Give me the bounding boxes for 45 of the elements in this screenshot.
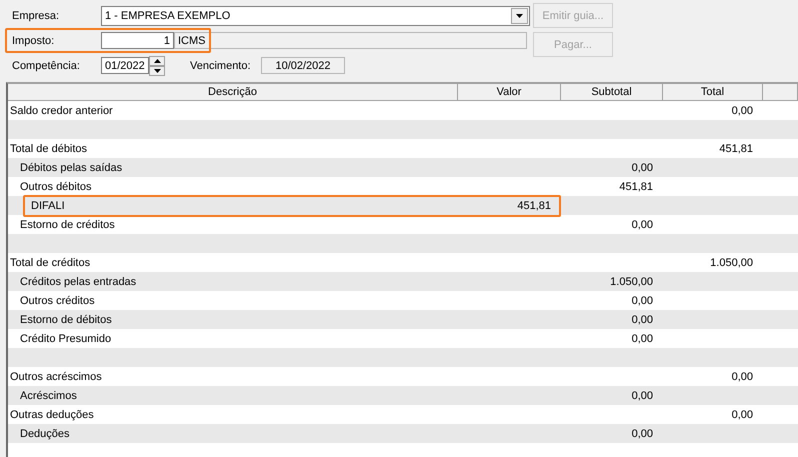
table-cell: Total de créditos — [10, 256, 90, 268]
period-field[interactable]: 01/2022 — [101, 57, 149, 74]
table-cell: 451,81 — [619, 180, 653, 192]
table-cell: 0,00 — [632, 428, 653, 440]
field-label: Empresa: — [11, 10, 60, 22]
table-cell: Créditos pelas entradas — [20, 276, 136, 288]
table-cell: 451,81 — [517, 200, 551, 212]
column-header[interactable]: Descrição — [8, 84, 458, 101]
table-cell: 1.050,00 — [710, 256, 753, 268]
table-cell: 0,00 — [632, 218, 653, 230]
table-cell: DIFALI — [31, 200, 65, 212]
table-cell: Crédito Presumido — [20, 332, 112, 344]
table-cell: 0,00 — [732, 408, 753, 420]
table-cell: Total de débitos — [10, 142, 88, 154]
column-header[interactable]: Total — [663, 84, 763, 101]
table-cell: Outros créditos — [20, 294, 95, 306]
column-header[interactable]: Valor — [458, 84, 561, 101]
spin-up-icon[interactable] — [149, 56, 165, 66]
table-cell: Acréscimos — [20, 390, 77, 402]
table-cell: Outros acréscimos — [10, 370, 102, 382]
table-cell: Outros débitos — [20, 180, 92, 192]
tax-code-field[interactable]: 1 — [101, 32, 174, 49]
field-label: Competência: — [11, 60, 81, 72]
table-cell: Outras deduções — [10, 408, 94, 420]
table-cell: Estorno de débitos — [20, 314, 112, 326]
table-cell: 0,00 — [632, 314, 653, 326]
field-label: Imposto: — [11, 34, 56, 46]
field-label: Vencimento: — [190, 60, 252, 72]
table-cell: 0,00 — [632, 332, 653, 344]
due-date-field: 10/02/2022 — [261, 57, 345, 74]
table-cell: 0,00 — [632, 390, 653, 402]
table-cell: Estorno de créditos — [20, 218, 115, 230]
table-cell: Débitos pelas saídas — [20, 162, 122, 174]
table-cell: 0,00 — [632, 162, 653, 174]
tax-name-field: ICMS — [174, 32, 527, 49]
table-cell: Deduções — [20, 428, 70, 440]
spin-down-icon[interactable] — [149, 66, 165, 76]
table-cell: 0,00 — [632, 294, 653, 306]
company-dropdown[interactable]: 1 - EMPRESA EXEMPLO — [101, 6, 530, 26]
column-header[interactable]: Subtotal — [561, 84, 663, 101]
table-cell: 1.050,00 — [610, 276, 653, 288]
table-cell: Saldo credor anterior — [10, 104, 113, 116]
table-cell: 0,00 — [732, 104, 753, 116]
table-cell: 0,00 — [732, 370, 753, 382]
table-cell: 451,81 — [719, 142, 753, 154]
